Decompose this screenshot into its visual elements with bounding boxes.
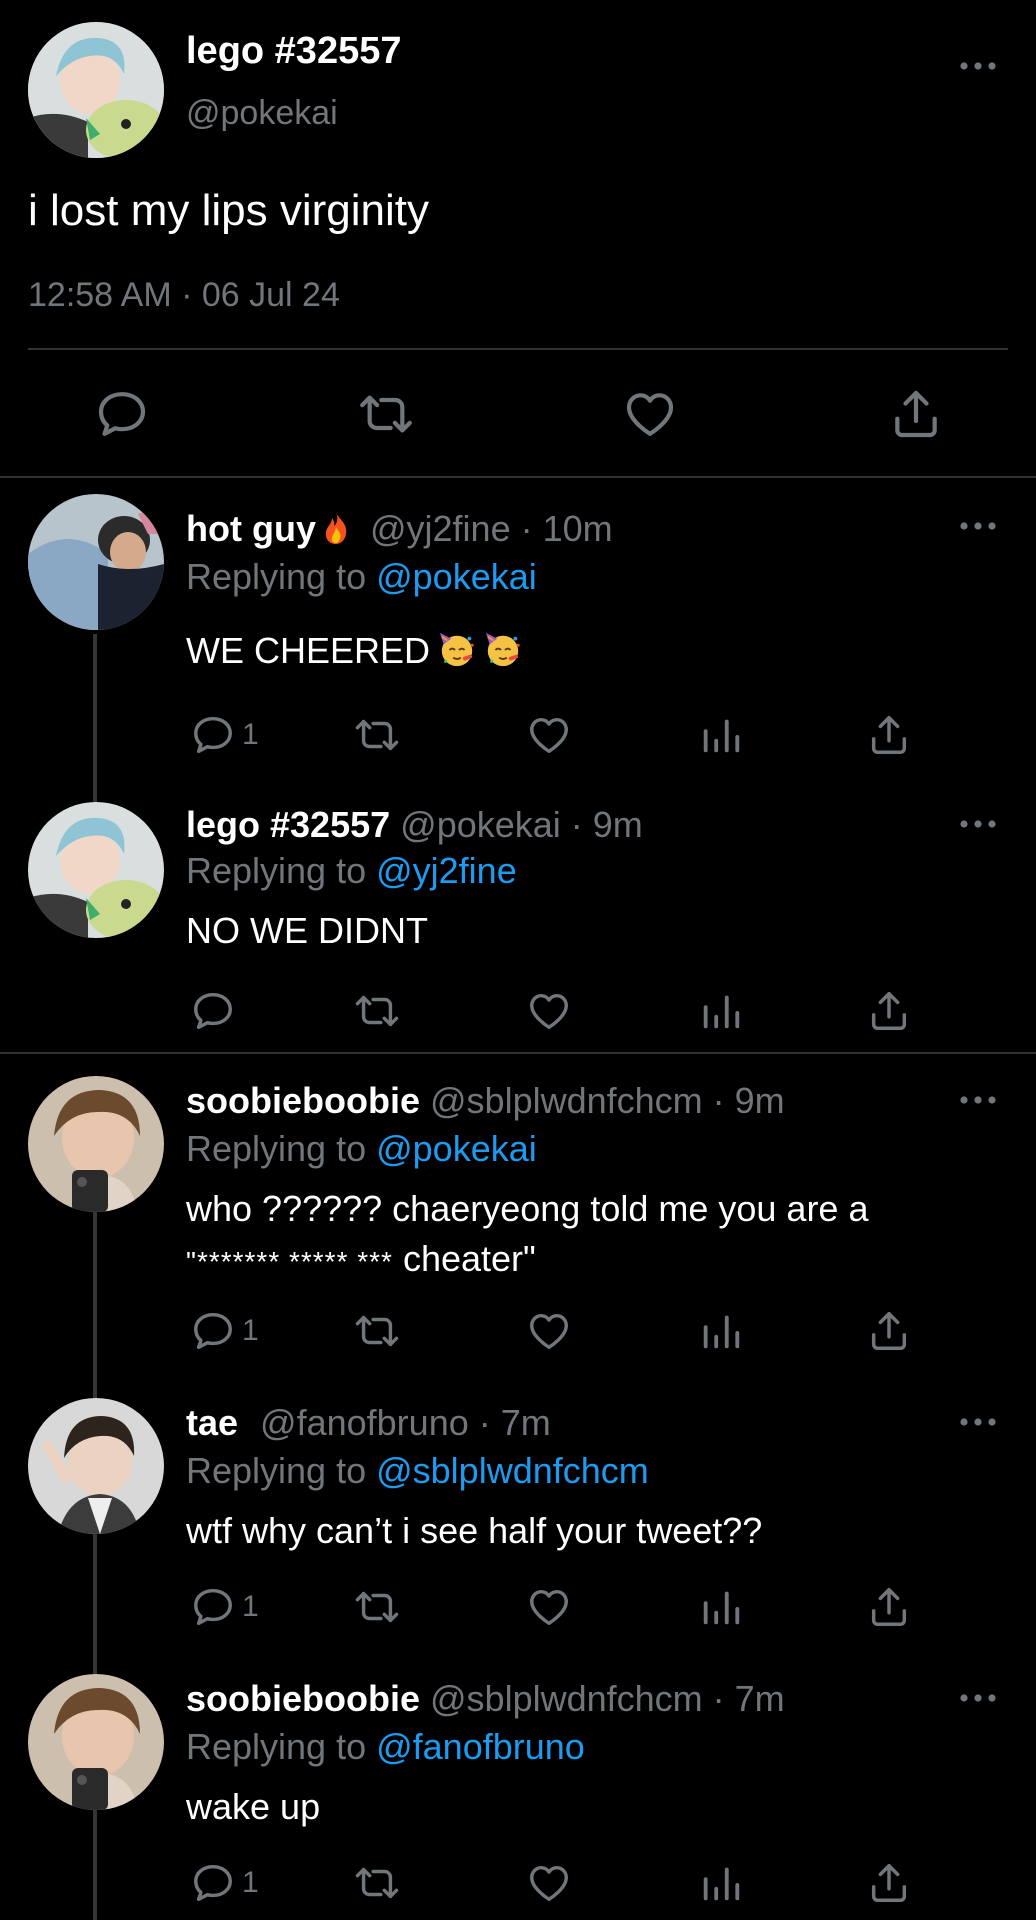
reply-text: WE CHEERED bbox=[186, 630, 431, 671]
avatar[interactable] bbox=[28, 1674, 164, 1810]
replying-to-label: Replying to bbox=[186, 850, 377, 891]
more-icon[interactable] bbox=[958, 816, 998, 832]
author-name[interactable]: lego #32557 bbox=[186, 804, 390, 845]
thread-line bbox=[93, 1534, 97, 1676]
fire-emoji-icon bbox=[322, 511, 350, 545]
reply-text-container: WE CHEERED bbox=[186, 620, 966, 682]
more-icon[interactable] bbox=[958, 58, 998, 74]
divider bbox=[28, 348, 1008, 350]
author-name[interactable]: soobieboobie bbox=[186, 1080, 420, 1121]
reply-icon[interactable] bbox=[190, 1860, 236, 1906]
like-icon[interactable] bbox=[526, 1308, 572, 1354]
views-icon[interactable] bbox=[698, 988, 744, 1034]
retweet-icon[interactable] bbox=[354, 712, 400, 758]
share-icon[interactable] bbox=[888, 386, 944, 442]
reply-icon[interactable] bbox=[94, 386, 150, 442]
reply-text: wtf why can’t i see half your tweet?? bbox=[186, 1510, 763, 1551]
like-icon[interactable] bbox=[622, 386, 678, 442]
divider bbox=[0, 476, 1036, 478]
reply-count: 1 bbox=[242, 718, 259, 751]
replying-to-mention[interactable]: @sblplwdnfchcm bbox=[376, 1450, 649, 1491]
handle-and-time[interactable]: @sblplwdnfchcm · 9m bbox=[430, 1080, 785, 1121]
tweet-text: i lost my lips virginity bbox=[28, 186, 429, 235]
views-icon[interactable] bbox=[698, 1308, 744, 1354]
author-handle[interactable]: @pokekai bbox=[186, 94, 338, 133]
like-icon[interactable] bbox=[526, 712, 572, 758]
author-name[interactable]: lego #32557 bbox=[186, 30, 401, 73]
views-icon[interactable] bbox=[698, 712, 744, 758]
replying-to-mention[interactable]: @yj2fine bbox=[376, 850, 517, 891]
retweet-icon[interactable] bbox=[354, 1584, 400, 1630]
replying-to-mention[interactable]: @pokekai bbox=[376, 1128, 537, 1169]
handle-and-time[interactable]: @pokekai · 9m bbox=[400, 804, 643, 845]
retweet-icon[interactable] bbox=[354, 1860, 400, 1906]
divider bbox=[0, 1052, 1036, 1054]
reply-icon[interactable] bbox=[190, 712, 236, 758]
tweet-timestamp: 12:58 AM · 06 Jul 24 bbox=[28, 276, 340, 314]
reply-text-container: who ?????? chaeryeong told me you are a … bbox=[186, 1178, 966, 1293]
retweet-icon[interactable] bbox=[354, 988, 400, 1034]
share-icon[interactable] bbox=[866, 1860, 912, 1906]
replying-to-mention[interactable]: @fanofbruno bbox=[376, 1726, 585, 1767]
thread-line bbox=[93, 634, 97, 806]
like-icon[interactable] bbox=[526, 1860, 572, 1906]
retweet-icon[interactable] bbox=[358, 386, 414, 442]
author-name[interactable]: tae bbox=[186, 1402, 238, 1443]
more-icon[interactable] bbox=[958, 1690, 998, 1706]
reply-text-suffix: cheater" bbox=[392, 1238, 536, 1279]
avatar[interactable] bbox=[28, 802, 164, 938]
retweet-icon[interactable] bbox=[354, 1308, 400, 1354]
avatar[interactable] bbox=[28, 1076, 164, 1212]
reply-text: wake up bbox=[186, 1786, 321, 1827]
like-icon[interactable] bbox=[526, 1584, 572, 1630]
thread-line bbox=[93, 1810, 97, 1920]
share-icon[interactable] bbox=[866, 712, 912, 758]
reply-text: NO WE DIDNT bbox=[186, 910, 428, 951]
avatar[interactable] bbox=[28, 1398, 164, 1534]
share-icon[interactable] bbox=[866, 1584, 912, 1630]
replying-to-label: Replying to bbox=[186, 1128, 377, 1169]
avatar[interactable] bbox=[28, 22, 164, 158]
more-icon[interactable] bbox=[958, 1092, 998, 1108]
handle-and-time[interactable]: @fanofbruno · 7m bbox=[260, 1402, 551, 1443]
views-icon[interactable] bbox=[698, 1860, 744, 1906]
share-icon[interactable] bbox=[866, 988, 912, 1034]
reply-icon[interactable] bbox=[190, 988, 236, 1034]
like-icon[interactable] bbox=[526, 988, 572, 1034]
thread-line bbox=[93, 1212, 97, 1398]
avatar[interactable] bbox=[28, 494, 164, 630]
reply-count: 1 bbox=[242, 1314, 259, 1347]
replying-to-label: Replying to bbox=[186, 1726, 377, 1767]
replying-to-mention[interactable]: @pokekai bbox=[376, 556, 537, 597]
reply-icon[interactable] bbox=[190, 1584, 236, 1630]
author-name[interactable]: hot guy bbox=[186, 508, 316, 549]
reply-count: 1 bbox=[242, 1590, 259, 1623]
handle-and-time[interactable]: @sblplwdnfchcm · 7m bbox=[430, 1678, 785, 1719]
more-icon[interactable] bbox=[958, 1414, 998, 1430]
reply-count: 1 bbox=[242, 1866, 259, 1899]
views-icon[interactable] bbox=[698, 1584, 744, 1630]
censored-text: "******* ***** *** bbox=[186, 1246, 393, 1277]
replying-to-label: Replying to bbox=[186, 1450, 377, 1491]
handle-and-time[interactable]: @yj2fine · 10m bbox=[370, 508, 613, 549]
more-icon[interactable] bbox=[958, 518, 998, 534]
partying-face-emoji-icon bbox=[438, 631, 476, 669]
partying-face-emoji-icon bbox=[484, 631, 522, 669]
share-icon[interactable] bbox=[866, 1308, 912, 1354]
reply-icon[interactable] bbox=[190, 1308, 236, 1354]
replying-to-label: Replying to bbox=[186, 556, 377, 597]
author-name[interactable]: soobieboobie bbox=[186, 1678, 420, 1719]
